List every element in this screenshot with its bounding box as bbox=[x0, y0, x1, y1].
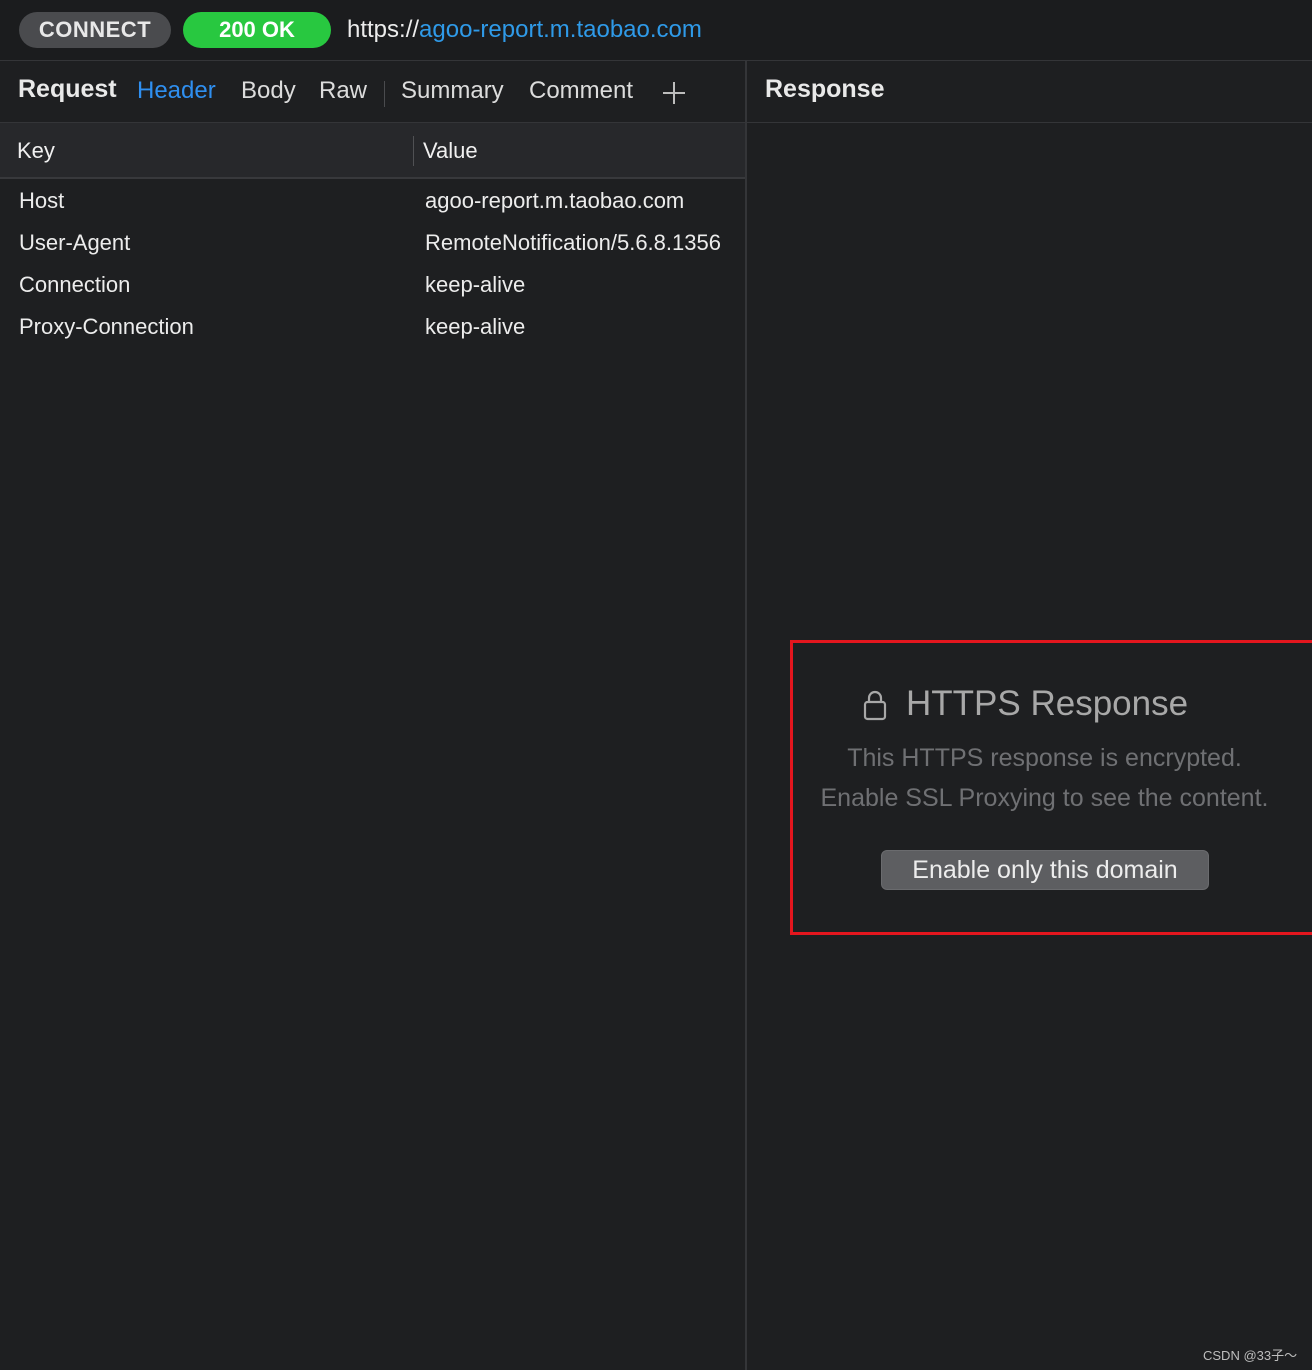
lock-icon bbox=[863, 690, 887, 721]
response-title: Response bbox=[765, 75, 885, 103]
tab-raw[interactable]: Raw bbox=[319, 77, 367, 105]
table-row[interactable]: Connection keep-alive bbox=[0, 263, 745, 305]
status-badge: 200 OK bbox=[183, 12, 331, 48]
url-host[interactable]: agoo-report.m.taobao.com bbox=[419, 16, 702, 43]
response-panel: Response HTTPS Response This HTTPS respo… bbox=[747, 61, 1312, 1370]
enable-domain-button[interactable]: Enable only this domain bbox=[881, 850, 1209, 890]
watermark: CSDN @33子～ bbox=[1203, 1348, 1298, 1363]
request-tab-bar: Request Header Body Raw Summary Comment bbox=[0, 61, 745, 123]
url-scheme: https:// bbox=[347, 16, 420, 43]
add-tab-plus-icon[interactable] bbox=[660, 73, 688, 109]
header-value: RemoteNotification/5.6.8.1356 bbox=[425, 230, 721, 255]
headers-table-body: Host agoo-report.m.taobao.com User-Agent… bbox=[0, 179, 745, 347]
request-title: Request bbox=[18, 75, 117, 103]
tab-body[interactable]: Body bbox=[241, 77, 296, 105]
encrypted-message: This HTTPS response is encrypted. bbox=[847, 744, 1242, 772]
response-header: Response bbox=[747, 61, 1312, 123]
ssl-proxying-hint: Enable SSL Proxying to see the content. bbox=[820, 784, 1269, 812]
tab-header[interactable]: Header bbox=[137, 77, 216, 105]
table-row[interactable]: User-Agent RemoteNotification/5.6.8.1356 bbox=[0, 221, 745, 263]
tab-separator bbox=[384, 81, 385, 107]
column-resize-handle[interactable] bbox=[413, 136, 414, 166]
request-url[interactable]: https://agoo-report.m.taobao.com bbox=[347, 12, 702, 48]
request-panel: Request Header Body Raw Summary Comment … bbox=[0, 61, 746, 1370]
header-value: agoo-report.m.taobao.com bbox=[425, 188, 685, 213]
header-key: Proxy-Connection bbox=[19, 314, 194, 339]
table-row[interactable]: Proxy-Connection keep-alive bbox=[0, 305, 745, 347]
table-row[interactable]: Host agoo-report.m.taobao.com bbox=[0, 179, 745, 221]
method-badge: CONNECT bbox=[19, 12, 171, 48]
https-response-title: HTTPS Response bbox=[906, 684, 1189, 723]
top-bar: CONNECT 200 OK https://agoo-report.m.tao… bbox=[0, 0, 1312, 61]
header-value: keep-alive bbox=[425, 314, 526, 339]
header-value: keep-alive bbox=[425, 272, 526, 297]
header-key: User-Agent bbox=[19, 230, 131, 255]
header-key: Connection bbox=[19, 272, 131, 297]
tab-summary[interactable]: Summary bbox=[401, 77, 504, 105]
header-key: Host bbox=[19, 188, 65, 213]
column-value[interactable]: Value bbox=[423, 138, 478, 164]
headers-table-header: Key Value bbox=[0, 123, 745, 179]
tab-comment[interactable]: Comment bbox=[529, 77, 633, 105]
column-key[interactable]: Key bbox=[17, 138, 55, 164]
